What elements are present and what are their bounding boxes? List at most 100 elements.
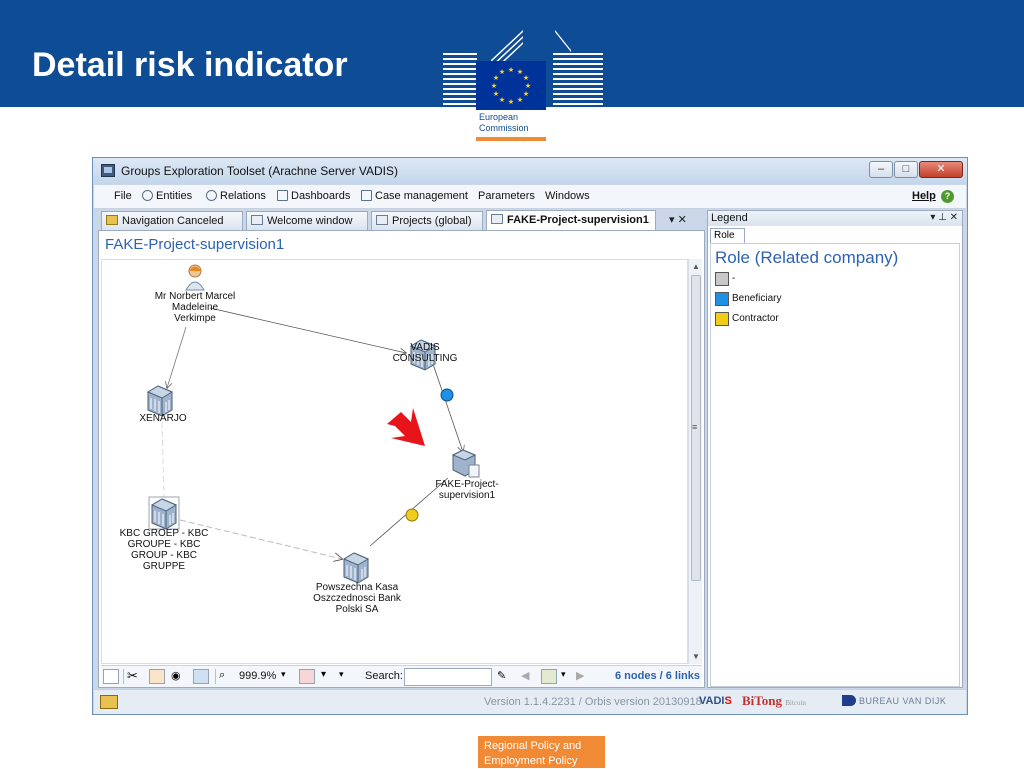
- red-arrow-icon: [387, 408, 425, 446]
- tab-fake-project-supervision1[interactable]: FAKE-Project-supervision1: [486, 210, 656, 231]
- link-vadis-fake[interactable]: [432, 363, 463, 452]
- kbc-groep-node[interactable]: [148, 496, 180, 530]
- navigate-dropdown-icon[interactable]: ▾: [561, 669, 577, 684]
- tab-label: Navigation Canceled: [122, 215, 224, 227]
- menu-case-management[interactable]: Case management: [361, 190, 468, 202]
- menu-file-label: File: [114, 190, 132, 202]
- tab-role[interactable]: Role: [710, 228, 745, 243]
- legend-body: Role (Related company) - Beneficiary Con…: [710, 243, 960, 687]
- legend-header-label: Legend: [711, 212, 748, 224]
- tab-navigation-canceled[interactable]: Navigation Canceled: [101, 211, 243, 230]
- pko-bank-node[interactable]: [343, 552, 369, 584]
- node-label-xenarjo: XENARJO: [139, 413, 187, 424]
- scroll-down-icon[interactable]: ▼: [692, 652, 700, 661]
- text-toggle-button[interactable]: [149, 669, 165, 684]
- minimize-button[interactable]: –: [869, 161, 893, 178]
- menu-relations[interactable]: Relations: [206, 190, 266, 202]
- ec-logo-underline: [476, 137, 546, 141]
- search-icon: [206, 190, 217, 201]
- legend-panel: Legend ▾ ⊥ ✕ Role Role (Related company)…: [707, 210, 963, 688]
- bitong-logo-text: BiTong: [742, 693, 782, 708]
- menu-dashboards-label: Dashboards: [291, 190, 351, 202]
- previous-icon[interactable]: ◀: [521, 669, 537, 684]
- zoom-level[interactable]: 999.9%: [239, 670, 276, 682]
- pin-icon[interactable]: ▾: [321, 669, 337, 684]
- vadis-logo: VADIS: [699, 695, 732, 707]
- menu-dashboards[interactable]: Dashboards: [277, 190, 350, 202]
- footer-line2: Employment Policy: [484, 755, 578, 767]
- menu-help[interactable]: Help: [912, 190, 936, 202]
- legend-header: Legend ▾ ⊥ ✕: [708, 211, 962, 226]
- tab-label: FAKE-Project-supervision1: [507, 214, 649, 226]
- footer-label: Regional Policy and Employment Policy: [478, 736, 605, 768]
- link-person-xenarjo[interactable]: [167, 326, 187, 388]
- zoom-icon[interactable]: ⌕: [219, 669, 235, 684]
- slide-title: Detail risk indicator: [32, 46, 348, 84]
- menu-windows[interactable]: Windows: [545, 190, 590, 202]
- menu-case-management-label: Case management: [375, 190, 468, 202]
- close-button[interactable]: ✕: [919, 161, 963, 178]
- layout-button[interactable]: [193, 669, 209, 684]
- help-icon[interactable]: ?: [941, 190, 954, 203]
- eye-icon[interactable]: ◉: [171, 669, 187, 684]
- options-dropdown-icon[interactable]: ▾: [339, 669, 355, 684]
- svg-text:★: ★: [523, 90, 529, 98]
- tab-welcome-window[interactable]: Welcome window: [246, 211, 368, 230]
- filter-button[interactable]: [299, 669, 315, 684]
- menubar: File Entities Relations Dashboards Case …: [94, 185, 966, 209]
- vadis-logo-text: VADI: [699, 695, 725, 707]
- next-icon[interactable]: ▶: [576, 669, 592, 684]
- graph-scrollbar[interactable]: ▲ ≡ ▼: [688, 259, 702, 664]
- menu-parameters[interactable]: Parameters: [478, 190, 535, 202]
- project-node[interactable]: [451, 449, 480, 478]
- status-bar: Version 1.1.4.2231 / Orbis version 20130…: [94, 689, 966, 714]
- bitong-logo: BiTong Bitcoin: [742, 693, 806, 709]
- svg-text:★: ★: [499, 96, 505, 104]
- node-label-pko: Powszechna Kasa Oszczednosci Bank Polski…: [313, 582, 401, 615]
- scroll-grip-icon: ≡: [692, 422, 698, 432]
- print-button[interactable]: [103, 669, 119, 684]
- main-panel: FAKE-Project-supervision1 Mr Norbert Mar…: [98, 230, 705, 688]
- svg-text:★: ★: [525, 82, 531, 90]
- node-label-vadis: VADIS CONSULTING: [392, 342, 458, 364]
- link-xenarjo-kbc[interactable]: [161, 421, 165, 498]
- beneficiary-marker[interactable]: [440, 388, 454, 402]
- person-icon[interactable]: [185, 264, 205, 291]
- ec-logo-line1: European: [479, 112, 519, 122]
- menu-file[interactable]: File: [114, 190, 132, 202]
- clear-search-icon[interactable]: ✎: [497, 669, 513, 684]
- search-label: Search:: [365, 670, 403, 682]
- tools-icon[interactable]: ✂: [127, 669, 143, 684]
- search-icon: [142, 190, 153, 201]
- node-label-kbc: KBC GROEP - KBC GROUPE - KBC GROUP - KBC…: [119, 528, 209, 572]
- project-icon: [491, 214, 503, 224]
- window-titlebar[interactable]: Groups Exploration Toolset (Arachne Serv…: [93, 158, 967, 184]
- app-icon: [101, 164, 115, 177]
- menu-relations-label: Relations: [220, 190, 266, 202]
- svg-text:★: ★: [499, 68, 505, 76]
- graph-toolbar: ✂ ◉ ⌕ 999.9% ▾ ▾ ▾ Search: ✎ ◀ ▾ ▶ 6 nod…: [101, 665, 702, 687]
- tab-list-close-buttons[interactable]: ▾ ✕: [669, 213, 687, 226]
- window-title: Groups Exploration Toolset (Arachne Serv…: [121, 164, 399, 178]
- maximize-button[interactable]: □: [894, 161, 918, 178]
- legend-swatch-beneficiary: [715, 292, 729, 306]
- status-icon: [100, 695, 118, 709]
- scroll-up-icon[interactable]: ▲: [692, 262, 700, 271]
- zoom-dropdown-icon[interactable]: ▾: [281, 669, 297, 684]
- legend-window-buttons[interactable]: ▾ ⊥ ✕: [930, 212, 958, 223]
- version-text: Version 1.1.4.2231 / Orbis version 20130…: [484, 696, 702, 708]
- tab-projects-global[interactable]: Projects (global): [371, 211, 483, 230]
- app-window: Groups Exploration Toolset (Arachne Serv…: [92, 157, 968, 715]
- navigate-button[interactable]: [541, 669, 557, 684]
- footer-line1: Regional Policy and: [484, 740, 582, 752]
- legend-swatch-none: [715, 272, 729, 286]
- xenarjo-node[interactable]: [147, 385, 173, 417]
- relation-graph[interactable]: Mr Norbert Marcel Madeleine Verkimpe VAD…: [101, 259, 688, 664]
- warning-icon: [106, 215, 118, 225]
- legend-item-label: -: [732, 273, 736, 284]
- menu-windows-label: Windows: [545, 190, 590, 202]
- contractor-marker[interactable]: [405, 508, 419, 522]
- menu-entities[interactable]: Entities: [142, 190, 192, 202]
- search-input[interactable]: [404, 668, 492, 686]
- vadis-logo-accent: S: [724, 695, 732, 707]
